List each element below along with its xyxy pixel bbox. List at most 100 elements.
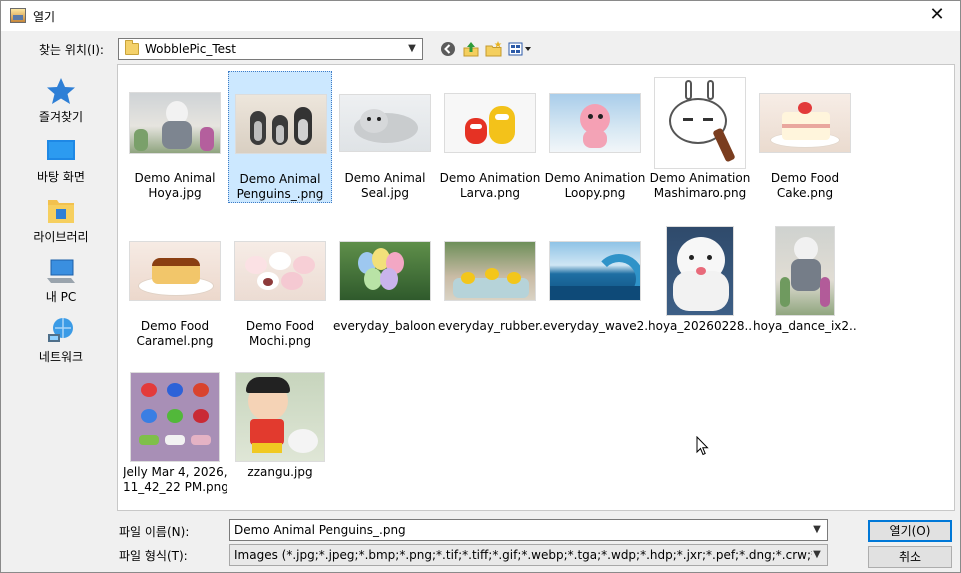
file-name-line: Mashimaro.png	[653, 186, 747, 200]
file-thumbnail	[234, 241, 326, 301]
file-name-line: Penguins_.png	[236, 187, 324, 201]
file-name-line: hoya_20260228...	[648, 319, 752, 333]
open-file-dialog: 열기 ✕ 찾는 위치(I): WobblePic_Test ▼ 즐겨찾기 바탕 …	[0, 0, 961, 573]
file-name-line: Loopy.png	[564, 186, 626, 200]
file-thumbnail	[129, 92, 221, 154]
file-item[interactable]: zzangu.jpg	[228, 365, 332, 497]
file-thumbnail	[235, 94, 327, 154]
file-name-line: Demo Food	[245, 319, 315, 333]
file-name-line: Demo Food	[770, 171, 840, 185]
file-list[interactable]: Demo Animal Hoya.jpg Demo Animal Penguins_…	[117, 64, 955, 511]
file-type-value: Images (*.jpg;*.jpeg;*.bmp;*.png;*.tif;*…	[234, 548, 812, 562]
file-name-line: Demo Food	[140, 319, 210, 333]
mouse-cursor-icon	[696, 436, 709, 456]
file-name-line: Larva.png	[459, 186, 521, 200]
file-item[interactable]: hoya_dance_ix2...	[753, 219, 857, 351]
desktop-icon	[47, 140, 75, 160]
chevron-down-icon[interactable]: ▼	[810, 547, 824, 563]
file-item[interactable]: Jelly Mar 4, 2026, 11_42_22 PM.png	[123, 365, 227, 497]
look-in-label: 찾는 위치(I):	[39, 43, 104, 57]
file-name-line: Mochi.png	[249, 334, 311, 348]
file-name-label: 파일 이름(N):	[119, 525, 190, 539]
file-thumbnail	[339, 94, 431, 152]
file-name-line: 11_42_22 PM.png	[123, 480, 227, 494]
file-name-line: Cake.png	[776, 186, 834, 200]
file-thumbnail	[339, 241, 431, 301]
file-thumbnail	[444, 93, 536, 153]
file-item[interactable]: everyday_baloon...	[333, 219, 437, 351]
file-name-line: Demo Animation	[439, 171, 541, 185]
file-thumbnail	[775, 226, 835, 316]
file-name-line: Demo Animation	[544, 171, 646, 185]
file-name-combo[interactable]: ▼	[229, 519, 828, 541]
file-thumbnail	[235, 372, 325, 462]
file-name-line: hoya_dance_ix2...	[753, 319, 857, 333]
place-label: 내 PC	[45, 290, 77, 304]
file-name-input[interactable]	[234, 522, 804, 538]
library-icon	[48, 200, 74, 223]
file-name-line: Demo Animation	[649, 171, 751, 185]
file-item[interactable]: everyday_rubber...	[438, 219, 542, 351]
place-label: 즐겨찾기	[38, 110, 84, 124]
file-type-label: 파일 형식(T):	[119, 549, 188, 563]
file-name-line: zzangu.jpg	[247, 465, 313, 479]
file-item[interactable]: Demo Food Mochi.png	[228, 219, 332, 351]
file-name-line: Demo Animal	[344, 171, 426, 185]
file-item[interactable]: Demo Animal Hoya.jpg	[123, 71, 227, 203]
file-name-line: Seal.jpg	[360, 186, 410, 200]
place-favorites[interactable]: 즐겨찾기	[11, 70, 111, 128]
place-label: 라이브러리	[33, 230, 89, 244]
file-item[interactable]: Demo Food Cake.png	[753, 71, 857, 203]
place-label: 바탕 화면	[37, 170, 85, 184]
file-name-line: Hoya.jpg	[148, 186, 202, 200]
file-thumbnail	[129, 241, 221, 301]
folder-icon	[125, 40, 139, 55]
file-item[interactable]: Demo Food Caramel.png	[123, 219, 227, 351]
place-label: 네트워크	[38, 350, 84, 364]
file-thumbnail	[549, 241, 641, 301]
computer-icon	[47, 259, 75, 283]
file-thumbnail	[549, 93, 641, 153]
picture-app-icon	[10, 8, 26, 23]
file-name-line: everyday_wave2...	[543, 319, 647, 333]
file-item[interactable]: Demo Animation Mashimaro.png	[648, 71, 752, 203]
place-desktop[interactable]: 바탕 화면	[11, 130, 111, 188]
window-title: 열기	[33, 10, 56, 24]
file-item[interactable]: Demo Animal Seal.jpg	[333, 71, 437, 203]
file-item[interactable]: hoya_20260228...	[648, 219, 752, 351]
file-name-line: Demo Animal	[239, 172, 321, 186]
file-name-line: Caramel.png	[136, 334, 214, 348]
place-library[interactable]: 라이브러리	[11, 190, 111, 248]
up-folder-icon[interactable]	[461, 39, 481, 59]
file-type-select[interactable]: Images (*.jpg;*.jpeg;*.bmp;*.png;*.tif;*…	[229, 544, 828, 566]
file-thumbnail	[759, 93, 851, 153]
file-name-line: Jelly Mar 4, 2026,	[123, 465, 227, 479]
network-icon	[48, 318, 73, 342]
file-name-line: everyday_baloon...	[333, 319, 437, 333]
title-bar[interactable]: 열기 ✕	[1, 1, 960, 31]
places-sidebar: 즐겨찾기 바탕 화면 라이브러리 내 PC 네트워크	[11, 66, 111, 513]
file-thumbnail	[444, 241, 536, 301]
file-thumbnail	[666, 226, 734, 316]
close-button[interactable]: ✕	[914, 1, 960, 31]
file-item[interactable]: Demo Animation Larva.png	[438, 71, 542, 203]
star-icon	[47, 78, 75, 104]
chevron-down-icon[interactable]: ▼	[405, 41, 419, 57]
file-thumbnail	[130, 372, 220, 462]
place-network[interactable]: 네트워크	[11, 310, 111, 368]
file-name-line: everyday_rubber...	[438, 319, 542, 333]
look-in-value: WobblePic_Test	[145, 42, 236, 56]
file-name-line: Demo Animal	[134, 171, 216, 185]
file-thumbnail	[654, 77, 746, 169]
chevron-down-icon[interactable]: ▼	[810, 522, 824, 538]
file-item[interactable]: everyday_wave2...	[543, 219, 647, 351]
back-icon[interactable]	[438, 39, 458, 59]
view-menu-icon[interactable]	[507, 39, 535, 59]
open-button[interactable]: 열기(O)	[868, 520, 952, 542]
file-item-selected[interactable]: Demo Animal Penguins_.png	[228, 71, 332, 203]
look-in-combo[interactable]: WobblePic_Test ▼	[118, 38, 423, 60]
place-this-pc[interactable]: 내 PC	[11, 250, 111, 308]
new-folder-icon[interactable]	[484, 39, 504, 59]
cancel-button[interactable]: 취소	[868, 546, 952, 568]
file-item[interactable]: Demo Animation Loopy.png	[543, 71, 647, 203]
